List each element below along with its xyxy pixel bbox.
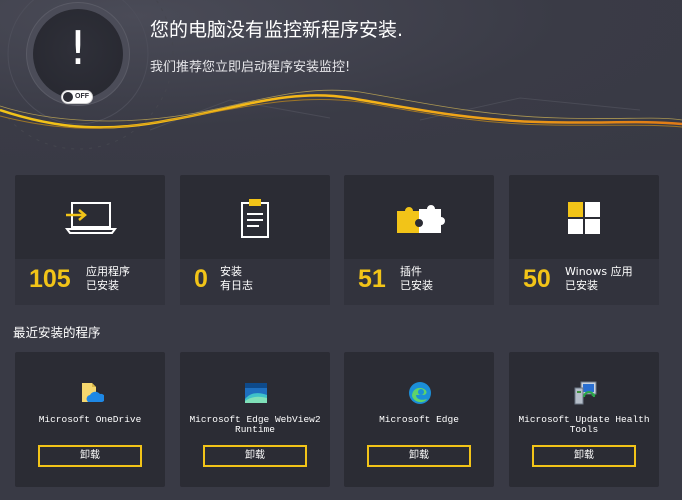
stat-card-apps[interactable]: 105 应用程序 已安装 [15,175,165,305]
hero-banner: ! OFF 您的电脑没有监控新程序安装. 我们推荐您立即启动程序安装监控! [0,0,682,160]
onedrive-icon [82,383,104,402]
uninstall-button[interactable]: 卸载 [367,445,471,467]
hero-subtitle: 我们推荐您立即启动程序安装监控! [150,60,351,75]
stat-number: 105 [29,265,71,293]
monitor-toggle[interactable]: OFF [61,90,93,104]
monitor-arrow-icon [65,202,117,234]
hero-title: 您的电脑没有监控新程序安装. [150,19,404,41]
stat-card-windows-apps[interactable]: 50 Winows 应用 已安装 [509,175,659,305]
edge-icon [409,382,431,404]
update-health-tools-icon [574,381,597,405]
stat-label-line1: Winows 应用 [565,265,633,278]
stat-number: 0 [194,265,208,293]
exclamation-icon: ! [68,21,88,75]
toggle-label: OFF [75,93,89,100]
stat-card-plugins[interactable]: 51 插件 已安装 [344,175,494,305]
edge-webview2-icon [245,383,267,403]
uninstall-button[interactable]: 卸载 [203,445,307,467]
stat-label-line1: 插件 [400,265,422,278]
stat-card-logs[interactable]: 0 安装 有日志 [180,175,330,305]
stat-label-line2: 有日志 [220,279,253,292]
stat-label-line2: 已安装 [565,279,598,292]
stat-label-line2: 已安装 [86,279,119,292]
stat-label-line2: 已安装 [400,279,433,292]
app-card: Microsoft Edge WebView2 Runtime 卸载 [180,352,330,487]
stat-label-line1: 安装 [220,265,242,278]
recent-section-title: 最近安装的程序 [13,325,101,340]
monitor-status-indicator: ! [33,9,123,99]
toggle-knob [63,92,73,102]
app-card: Microsoft OneDrive 卸载 [15,352,165,487]
app-name: Microsoft Edge WebView2 Runtime [189,414,321,435]
clipboard-icon [241,199,269,238]
app-name: Microsoft Edge [379,414,459,425]
stat-label-line1: 应用程序 [86,265,130,278]
uninstall-button[interactable]: 卸载 [38,445,142,467]
stat-number: 50 [523,265,551,293]
stat-number: 51 [358,265,386,293]
puzzle-icon [397,205,445,233]
app-name: Microsoft OneDrive [38,414,142,425]
uninstall-button[interactable]: 卸载 [532,445,636,467]
app-card: Microsoft Edge 卸载 [344,352,494,487]
app-name: Microsoft Update Health Tools [518,414,650,435]
app-card: Microsoft Update Health Tools 卸载 [509,352,659,487]
windows-tiles-icon [568,202,600,234]
